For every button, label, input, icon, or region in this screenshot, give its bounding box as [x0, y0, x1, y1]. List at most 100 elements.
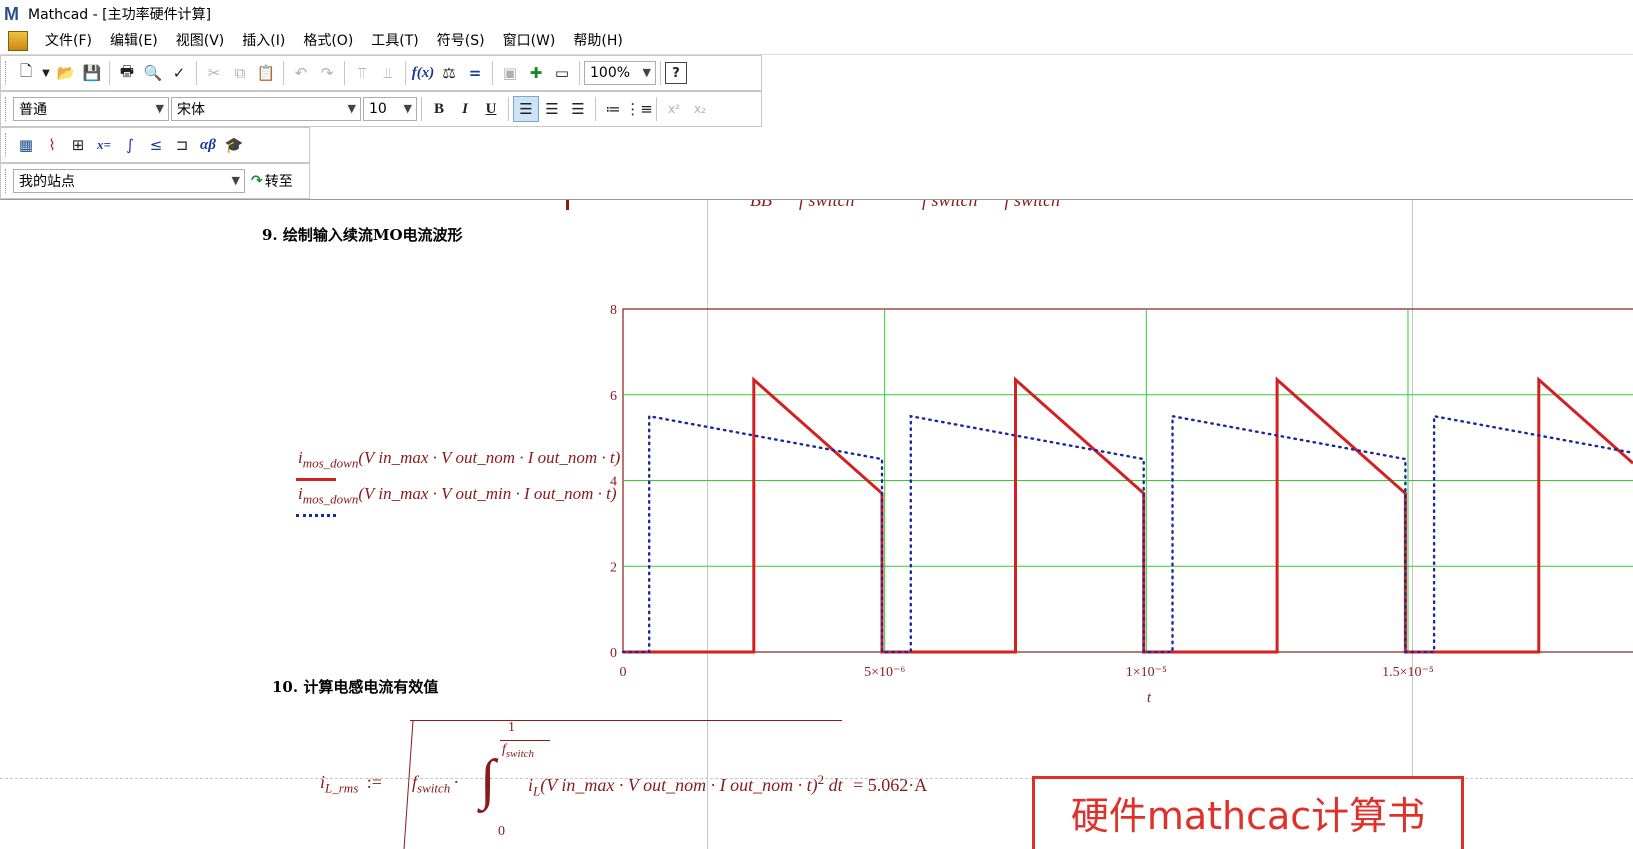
- toolbar-grip[interactable]: [5, 97, 9, 121]
- formula-lhs-sub: L_rms: [325, 780, 359, 796]
- open-folder-icon[interactable]: 📂: [53, 60, 79, 86]
- underline-button[interactable]: U: [478, 96, 504, 122]
- paste-icon[interactable]: 📋: [253, 60, 279, 86]
- menu-tools[interactable]: 工具(T): [362, 30, 427, 52]
- formula-integrand: iL(V in_max · V out_nom · I out_nom · t)…: [528, 772, 927, 800]
- integrand-power: 2: [817, 772, 825, 787]
- new-document-icon[interactable]: 🗋: [13, 60, 39, 86]
- chevron-down-icon[interactable]: ▼: [39, 60, 53, 86]
- cut-icon[interactable]: ✂: [201, 60, 227, 86]
- programming-icon[interactable]: ⊐: [169, 132, 195, 158]
- rms-formula: iL_rms := fswitch · 1 fswitch ∫ 0 iL(V in…: [320, 720, 927, 849]
- align-center-icon[interactable]: ☰: [539, 96, 565, 122]
- window-title: Mathcad - [主功率硬件计算]: [28, 7, 212, 23]
- menu-format[interactable]: 格式(O): [294, 30, 362, 52]
- component-icon[interactable]: ▣: [497, 60, 523, 86]
- style-value: 普通: [19, 102, 47, 118]
- toolbar-grip[interactable]: [5, 61, 9, 85]
- formula-f-switch: fswitch ·: [412, 772, 460, 796]
- formula-f-sub: switch: [417, 780, 451, 796]
- toolbar-separator: [656, 97, 657, 121]
- align-right-icon[interactable]: ☰: [565, 96, 591, 122]
- x-tick-label: 0: [620, 665, 627, 680]
- menu-window[interactable]: 窗口(W): [494, 30, 565, 52]
- graph-icon[interactable]: ⌇: [39, 132, 65, 158]
- undo-icon[interactable]: ↶: [288, 60, 314, 86]
- bold-button[interactable]: B: [426, 96, 452, 122]
- toolbar-separator: [405, 61, 406, 85]
- insert-function-icon[interactable]: f(x): [410, 60, 436, 86]
- resources-icon[interactable]: ✚: [523, 60, 549, 86]
- print-preview-icon[interactable]: 🔍: [140, 60, 166, 86]
- save-icon[interactable]: 💾: [79, 60, 105, 86]
- goto-arrow-icon: ↷: [251, 173, 263, 189]
- y-tick-label: 8: [610, 303, 617, 318]
- goto-label: 转至: [264, 174, 293, 190]
- web-toolbar: 我的站点 ▼ ↷ 转至: [0, 163, 310, 199]
- font-size-value: 10: [369, 101, 387, 117]
- integral-sign: ∫: [480, 749, 496, 811]
- calculate-icon[interactable]: =: [462, 60, 488, 86]
- align-left-icon[interactable]: ☰: [513, 96, 539, 122]
- y-tick-label: 6: [610, 389, 617, 404]
- style-select[interactable]: 普通 ▼: [13, 97, 169, 121]
- font-select[interactable]: 宋体 ▼: [171, 97, 361, 121]
- spell-check-icon[interactable]: ✓: [166, 60, 192, 86]
- numbered-list-icon[interactable]: ⋮≡: [625, 96, 653, 122]
- calculator-icon[interactable]: ▦: [13, 132, 39, 158]
- italic-button[interactable]: I: [452, 96, 478, 122]
- formula-lhs: iL_rms :=: [320, 772, 382, 797]
- zoom-select[interactable]: 100% ▼: [584, 61, 656, 85]
- matrix-icon[interactable]: ⊞: [65, 132, 91, 158]
- font-size-select[interactable]: 10 ▼: [363, 97, 417, 121]
- x-tick-label: 1×10⁻⁵: [1126, 665, 1167, 680]
- align-down-icon[interactable]: ⫫: [375, 60, 401, 86]
- toolbar-separator: [109, 61, 110, 85]
- series-line-solid: [623, 376, 1633, 654]
- series-line-dotted: [621, 414, 1633, 654]
- toolbar-separator: [660, 61, 661, 85]
- document-icon[interactable]: [8, 31, 28, 51]
- menu-symbolics[interactable]: 符号(S): [428, 30, 494, 52]
- standard-toolbar: 🗋 ▼ 📂 💾 🖶 🔍 ✓ ✂ ⧉ 📋 ↶ ↷ ⫪ ⫫ f(x) ⚖ = ▣ ✚…: [0, 55, 762, 91]
- font-value: 宋体: [177, 102, 205, 118]
- superscript-icon[interactable]: x²: [661, 96, 687, 122]
- worksheet[interactable]: BB f switch f switch f switch 9. 绘制输入续流M…: [0, 199, 1633, 849]
- menu-help[interactable]: 帮助(H): [564, 30, 631, 52]
- insert-unit-icon[interactable]: ⚖: [436, 60, 462, 86]
- site-select[interactable]: 我的站点 ▼: [13, 169, 245, 193]
- symbolic-icon[interactable]: 🎓: [221, 132, 247, 158]
- y-tick-label: 4: [610, 475, 617, 490]
- copy-icon[interactable]: ⧉: [227, 60, 253, 86]
- help-icon[interactable]: ?: [665, 62, 687, 84]
- evaluation-button[interactable]: x=: [91, 132, 117, 158]
- menu-insert[interactable]: 插入(I): [233, 30, 294, 52]
- previous-formula-fragment: [566, 200, 569, 210]
- menu-view[interactable]: 视图(V): [167, 30, 234, 52]
- print-icon[interactable]: 🖶: [114, 60, 140, 86]
- formula-upper-sub: switch: [505, 747, 535, 760]
- previous-formula-text: BB f switch f switch f switch: [750, 199, 1060, 210]
- menu-edit[interactable]: 编辑(E): [101, 30, 167, 52]
- menu-file[interactable]: 文件(F): [36, 30, 101, 52]
- formula-upper-limit: fswitch: [502, 742, 534, 760]
- mathcad-app-icon: M: [4, 4, 19, 24]
- greek-button[interactable]: αβ: [195, 132, 221, 158]
- toolbar-separator: [283, 61, 284, 85]
- calculus-icon[interactable]: ∫: [117, 132, 143, 158]
- subscript-icon[interactable]: x₂: [687, 96, 713, 122]
- toolbar-separator: [421, 97, 422, 121]
- goto-button[interactable]: ↷ 转至: [251, 171, 293, 191]
- align-top-icon[interactable]: ⫪: [349, 60, 375, 86]
- toolbar-separator: [492, 61, 493, 85]
- toolbar-grip[interactable]: [5, 169, 9, 193]
- bullet-list-icon[interactable]: ≔: [600, 96, 626, 122]
- toolbar-grip[interactable]: [5, 133, 9, 157]
- redo-icon[interactable]: ↷: [314, 60, 340, 86]
- current-waveform-chart[interactable]: 0 2 4 6 8 0 5×10⁻⁶ 1×10⁻⁵ 1.5×10⁻⁵ t: [0, 280, 1633, 780]
- boolean-icon[interactable]: ≤: [143, 132, 169, 158]
- window-icon[interactable]: ▭: [549, 60, 575, 86]
- x-axis-label: t: [1147, 690, 1152, 706]
- formula-lower-limit: 0: [498, 824, 505, 839]
- chevron-down-icon: ▼: [642, 66, 651, 79]
